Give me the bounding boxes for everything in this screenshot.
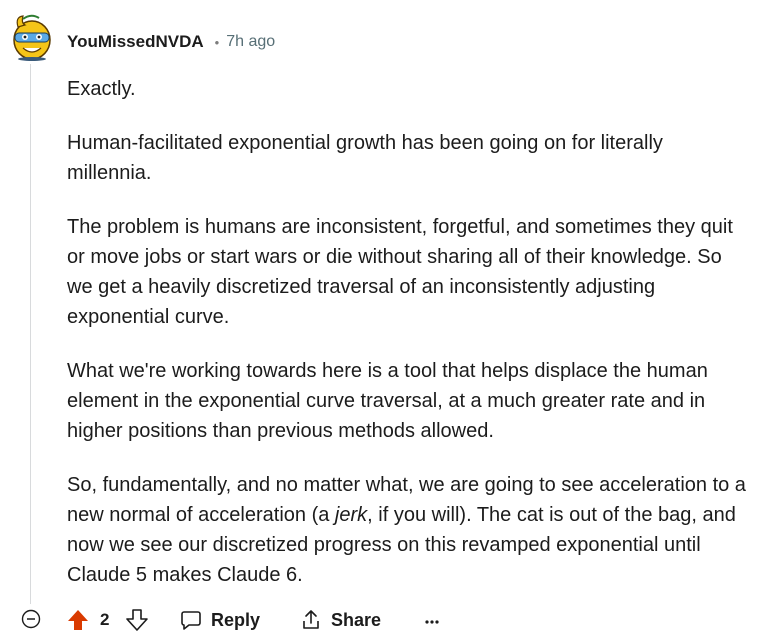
- snoo-avatar-icon: [13, 14, 51, 61]
- share-button[interactable]: Share: [300, 604, 381, 636]
- paragraph-4: What we're working towards here is a too…: [67, 360, 708, 442]
- thread-line[interactable]: [30, 64, 31, 604]
- more-options-button[interactable]: [420, 608, 444, 632]
- italic-word: jerk: [334, 504, 368, 526]
- reply-button[interactable]: Reply: [180, 604, 260, 636]
- speech-bubble-icon: [181, 611, 201, 630]
- share-label: Share: [331, 609, 382, 630]
- paragraph-5: So, fundamentally, and no matter what, w…: [67, 470, 747, 590]
- ellipsis-icon: [425, 620, 439, 624]
- timestamp[interactable]: 7h ago: [226, 33, 275, 51]
- downvote-arrow-icon: [126, 609, 148, 631]
- comment-body: Exactly. Human-facilitated exponential g…: [67, 74, 747, 614]
- username[interactable]: YouMissedNVDA: [67, 32, 204, 52]
- share-icon: [303, 610, 319, 629]
- separator-dot: •: [214, 34, 220, 50]
- upvote-arrow-icon: [68, 610, 88, 630]
- downvote-button[interactable]: [125, 608, 149, 632]
- paragraph-1: Exactly.: [67, 78, 136, 100]
- collapse-button[interactable]: [21, 609, 41, 629]
- action-bar: 2 Reply Share: [0, 604, 763, 636]
- paragraph-2: Human-facilitated exponential growth has…: [67, 132, 663, 184]
- reply-label: Reply: [211, 609, 261, 630]
- paragraph-3: The problem is humans are inconsistent, …: [67, 216, 733, 328]
- collapse-minus-icon: [21, 609, 41, 629]
- vote-score: 2: [100, 610, 110, 629]
- comment-header: YouMissedNVDA • 7h ago: [67, 30, 275, 54]
- upvote-button[interactable]: [66, 608, 90, 632]
- avatar[interactable]: [9, 13, 53, 61]
